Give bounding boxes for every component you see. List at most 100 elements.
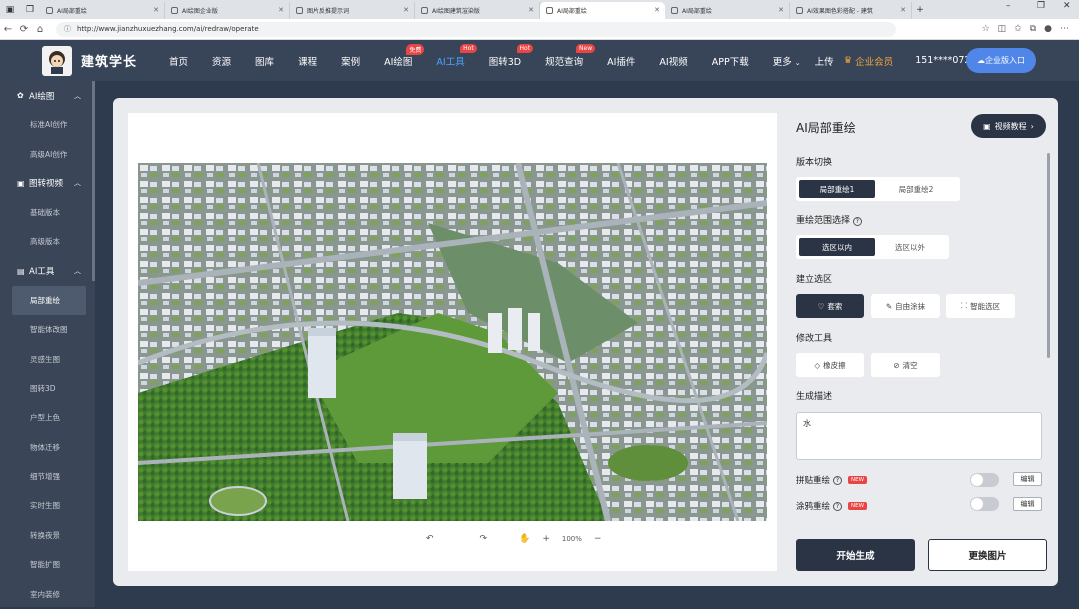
close-icon[interactable]: ✕ <box>153 6 159 14</box>
brand-name[interactable]: 建筑学长 <box>81 51 137 70</box>
sidebar-item-advanced[interactable]: 高级版本 <box>0 227 95 256</box>
tab-title: AI效果图色彩搭配 - 建筑 <box>807 8 873 15</box>
browser-tab[interactable]: 图片反推提示词 ✕ <box>290 2 415 19</box>
profile-icon[interactable]: ● <box>1044 24 1052 34</box>
nav-item-ai-tools[interactable]: AI工具 Hot <box>424 43 477 68</box>
minimize-icon[interactable]: – <box>1006 1 1011 11</box>
patch-toggle[interactable] <box>970 473 999 487</box>
sidebar-item-interior[interactable]: 室内装修 <box>0 579 95 608</box>
close-window-icon[interactable]: ✕ <box>1063 1 1071 11</box>
aerial-city-image[interactable] <box>138 163 767 521</box>
patch-edit-button[interactable]: 编辑 <box>1013 472 1042 486</box>
help-icon[interactable]: ? <box>833 475 843 485</box>
nav-item-ai-video[interactable]: AI视频 <box>647 54 699 68</box>
back-icon[interactable]: ← <box>0 24 16 35</box>
favorites-icon[interactable]: ✩ <box>1014 24 1022 34</box>
undo-icon[interactable]: ↶ <box>426 534 434 544</box>
paint-edit-button[interactable]: 编辑 <box>1013 497 1042 511</box>
browser-tab[interactable]: AI绘图企业版 ✕ <box>165 2 290 19</box>
nav-item-courses[interactable]: 课程 <box>286 54 329 68</box>
sidebar-section-ai-draw[interactable]: ✿ AI绘图 ︿ <box>0 81 95 110</box>
star-icon[interactable]: ☆ <box>982 24 990 34</box>
sidebar-item-outpaint[interactable]: 智能扩图 <box>0 550 95 579</box>
close-icon[interactable]: ✕ <box>528 6 534 14</box>
nav-item-codes[interactable]: 规范查询 New <box>533 43 596 68</box>
redo-icon[interactable]: ↷ <box>480 534 488 544</box>
sidebar-item-basic[interactable]: 基础版本 <box>0 198 95 227</box>
browser-tab-active[interactable]: AI局部重绘 ✕ <box>540 2 665 19</box>
nav-item-gallery[interactable]: 图库 <box>243 54 286 68</box>
new-tab-icon[interactable]: + <box>912 0 928 19</box>
nav-item-app[interactable]: APP下载 <box>700 54 761 68</box>
range-inside[interactable]: 选区以内 <box>799 238 875 256</box>
sidebar-item-floorplan-color[interactable]: 户型上色 <box>0 403 95 432</box>
zoom-in-icon[interactable]: + <box>542 534 550 544</box>
close-icon[interactable]: ✕ <box>403 6 409 14</box>
window-menu-icon[interactable]: ▣ <box>0 0 20 19</box>
zoom-out-icon[interactable]: − <box>594 534 602 544</box>
sidebar-section-img-video[interactable]: ▣ 图转视频 ︿ <box>0 169 95 198</box>
nav-label: AI绘图 <box>384 56 413 68</box>
paint-toggle[interactable] <box>970 497 999 511</box>
close-icon[interactable]: ✕ <box>278 6 284 14</box>
nav-item-ai-plugin[interactable]: AI插件 <box>595 54 647 68</box>
nav-item-ai-draw[interactable]: AI绘图 免费 <box>372 43 425 68</box>
home-icon[interactable]: ⌂ <box>32 24 48 35</box>
tab-actions-icon[interactable]: ❐ <box>20 0 40 19</box>
split-icon[interactable]: ◫ <box>998 24 1007 34</box>
info-icon: ⓘ <box>64 25 71 33</box>
nav-item-resources[interactable]: 资源 <box>200 54 243 68</box>
tutorial-button[interactable]: ▣ 视频教程 › <box>971 114 1046 138</box>
nav-item-cases[interactable]: 案例 <box>329 54 372 68</box>
sidebar-scrollbar[interactable] <box>92 81 95 281</box>
hand-icon[interactable]: ✋ <box>519 534 530 544</box>
nav-label: AI插件 <box>607 56 636 68</box>
maximize-icon[interactable]: ❐ <box>1037 1 1045 11</box>
sidebar-item-img-3d[interactable]: 图转3D <box>0 374 95 403</box>
refresh-icon[interactable]: ⟳ <box>16 24 32 35</box>
lasso-button[interactable]: ♡ 套索 <box>796 294 864 318</box>
paint-redraw-row: 涂鸦重绘? NEW <box>796 500 868 512</box>
eraser-button[interactable]: ◇ 橡皮擦 <box>796 353 864 377</box>
nav-badge: 免费 <box>406 43 425 55</box>
sidebar-item-advanced-ai[interactable]: 高级AI创作 <box>0 139 95 168</box>
browser-tab[interactable]: AI绘图建筑渲染版 ✕ <box>415 2 540 19</box>
sidebar-item-detail-enhance[interactable]: 细节增强 <box>0 462 95 491</box>
help-icon[interactable]: ? <box>852 217 862 226</box>
description-input[interactable]: 水 <box>796 412 1042 460</box>
collections-icon[interactable]: ⧉ <box>1030 24 1036 34</box>
sidebar-item-realtime[interactable]: 实时生图 <box>0 491 95 520</box>
upload-link[interactable]: 上传 <box>813 54 836 68</box>
sidebar-item-object-move[interactable]: 物体迁移 <box>0 433 95 462</box>
sidebar-item-standard-ai[interactable]: 标准AI创作 <box>0 110 95 139</box>
replace-image-button[interactable]: 更换图片 <box>928 539 1047 571</box>
vip-link[interactable]: ♛ 企业会员 <box>844 54 894 68</box>
sidebar-item-agent-edit[interactable]: 智能体改图 <box>0 315 95 344</box>
free-paint-button[interactable]: ✎ 自由涂抹 <box>871 294 940 318</box>
help-icon[interactable]: ? <box>833 501 843 511</box>
panel-scrollbar[interactable] <box>1047 153 1050 358</box>
version-option-2[interactable]: 局部重绘2 <box>875 180 957 198</box>
logo[interactable] <box>42 45 72 76</box>
sidebar-item-inpaint[interactable]: 局部重绘 <box>12 285 86 315</box>
range-outside[interactable]: 选区以外 <box>875 238 945 256</box>
generate-button[interactable]: 开始生成 <box>796 539 915 571</box>
close-icon[interactable]: ✕ <box>778 6 784 14</box>
clear-button[interactable]: ⊘ 清空 <box>871 353 940 377</box>
url-input[interactable]: ⓘ http://www.jianzhuxuezhang.com/ai/redra… <box>56 21 896 37</box>
more-icon[interactable]: ⋯ <box>1060 24 1069 34</box>
version-option-1[interactable]: 局部重绘1 <box>799 180 875 198</box>
nav-item-img-3d[interactable]: 图转3D Hot <box>477 43 534 68</box>
enterprise-button[interactable]: ☁ 企业版入口 <box>966 48 1036 73</box>
browser-tab[interactable]: AI局部重绘 ✕ <box>40 2 165 19</box>
nav-item-more[interactable]: 更多 ⌄ <box>761 54 813 68</box>
close-icon[interactable]: ✕ <box>654 6 660 14</box>
browser-tab[interactable]: AI局部重绘 ✕ <box>665 2 790 19</box>
sidebar-section-ai-tools[interactable]: ▤ AI工具 ︿ <box>0 257 95 286</box>
sidebar-item-inspiration[interactable]: 灵感生图 <box>0 344 95 373</box>
nav-item-home[interactable]: 首页 <box>157 54 200 68</box>
close-icon[interactable]: ✕ <box>900 6 906 14</box>
smart-select-button[interactable]: ⸬ 智能选区 <box>946 294 1015 318</box>
sidebar-item-night[interactable]: 转换夜景 <box>0 521 95 550</box>
browser-tab[interactable]: AI效果图色彩搭配 - 建筑 ✕ <box>790 2 912 19</box>
